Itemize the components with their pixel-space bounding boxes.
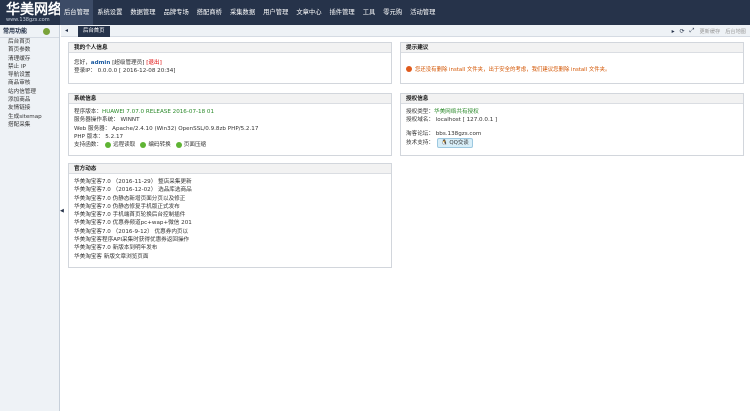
news-item[interactable]: 华美淘宝客7.0 （2016-12-02） 选品库选商品 [74,186,386,194]
tab-tools: ▸ ⟳ ⤢ 更新缓存 后台地图 [672,25,746,37]
check-icon [140,142,147,149]
sidebar-item-links[interactable]: 友情链接 [0,104,59,112]
tips-panel: 提示建议 您还没有删除 install 文件夹，出于安全的考虑，我们建议您删除 … [400,42,744,84]
news-item[interactable]: 华美淘宝客程序API采集时获得优惠券返回操作 [74,236,386,244]
support-functions-label: 支持函数： [74,142,102,149]
sidebar-item-nav[interactable]: 导航设置 [0,71,59,79]
sidebar-item-sitemap[interactable]: 生成sitemap [0,113,59,121]
license-info-panel: 授权信息 授权类型：华美网络共有授权 授权域名： localhost [ 127… [400,93,744,156]
sidebar-list: 后台首页 首页参数 清理缓存 禁止 IP 导航设置 商品审核 站内信管理 添加商… [0,38,59,129]
tab-scroll-right-icon[interactable]: ▸ [672,28,675,35]
personal-info-title: 我的个人信息 [69,43,391,53]
nav-item-data[interactable]: 数据管理 [126,0,159,25]
tech-support-label: 技术支持： [406,139,434,146]
tips-title: 提示建议 [401,43,743,53]
news-item[interactable]: 华美淘宝客7.0 （2016-11-29） 整店采集更新 [74,178,386,186]
circle-icon [43,28,50,35]
clear-cache-button[interactable]: 更新缓存 [699,28,720,35]
func-remote: 远程读取 [104,141,136,149]
nav-item-users[interactable]: 用户管理 [259,0,292,25]
login-ip: 登录IP： 0.0.0.0 [ 2016-12-08 20:34] [74,68,176,75]
admin-map-button[interactable]: 后台地图 [725,28,746,35]
personal-info-panel: 我的个人信息 您好，admin [超级管理员] [退出] 登录IP： 0.0.0… [68,42,392,84]
version-value: HUAWEI 7.07.0 RELEASE 2016-07-18 01 [101,109,215,115]
logo[interactable]: 华美网络 www.138gzs.com [6,3,62,23]
nav-item-activity[interactable]: 活动管理 [406,0,439,25]
web-server: Web 服务器： Apache/2.4.10 (Win32) OpenSSL/0… [74,125,259,132]
news-item[interactable]: 华美淘宝客7.0 优惠券频道pc+wap+微信 201 [74,219,386,227]
news-item[interactable]: 华美淘宝客7.0 （2016-9-12） 优惠券内页以 [74,228,386,236]
func-compress-label: 页面压缩 [183,142,207,149]
func-encoding: 编码转换 [140,141,171,149]
news-panel: 官方动态 华美淘宝客7.0 （2016-11-29） 整店采集更新 华美淘宝客7… [68,163,392,268]
tab-home[interactable]: 后台首页 [78,26,110,37]
system-info-title: 系统信息 [69,94,391,104]
qq-chat-button[interactable]: 🐧 QQ交谈 [436,137,473,148]
check-icon [175,142,182,149]
nav-item-bridge[interactable]: 搭配商桥 [193,0,226,25]
sidebar-header: 常用功能 [0,25,59,38]
nav-item-articles[interactable]: 文章中心 [292,0,325,25]
php-version: PHP 版本： 5.2.17 [74,133,124,140]
nav-item-zero[interactable]: 零元购 [379,0,406,25]
logout-link[interactable]: [退出] [146,60,162,66]
sidebar: 常用功能 后台首页 首页参数 清理缓存 禁止 IP 导航设置 商品审核 站内信管… [0,25,60,411]
install-warning-text: 您还没有删除 install 文件夹，出于安全的考虑，我们建议您删除 insta… [415,67,611,73]
nav-item-plugins[interactable]: 插件管理 [326,0,359,25]
username: admin [90,60,111,66]
check-icon [104,142,111,149]
tab-scroll-left-icon[interactable]: ◂ [65,25,68,37]
nav-item-admin[interactable]: 后台管理 [60,0,94,25]
nav-item-brand[interactable]: 品牌专场 [160,0,193,25]
func-remote-label: 远程读取 [112,142,136,149]
collapse-arrow-icon[interactable]: ◀ [60,208,64,214]
nav-item-collect[interactable]: 采集数据 [226,0,259,25]
forum-link[interactable]: 淘客论坛： bbs.138gzs.com [406,130,738,138]
sidebar-item-cache[interactable]: 清理缓存 [0,55,59,63]
tab-bar: ◂ 后台首页 ▸ ⟳ ⤢ 更新缓存 后台地图 [61,25,750,37]
sidebar-item-add-product[interactable]: 添加商品 [0,96,59,104]
fullscreen-icon[interactable]: ⤢ [690,27,695,35]
system-info-panel: 系统信息 程序版本：HUAWEI 7.07.0 RELEASE 2016-07-… [68,93,392,156]
news-item[interactable]: 华美淘宝客7.0 伪静态新增页面分页以及修正 [74,195,386,203]
sidebar-title: 常用功能 [3,28,28,35]
license-type-label: 授权类型： [406,109,434,115]
qq-chat-label: QQ交谈 [449,139,469,146]
news-item[interactable]: 华美淘宝客 新版文章浏览页面 [74,253,386,261]
sidebar-item-collect[interactable]: 搭配采集 [0,121,59,129]
version-label: 程序版本： [74,109,102,115]
nav-item-tools[interactable]: 工具 [359,0,380,25]
sidebar-item-ban-ip[interactable]: 禁止 IP [0,63,59,71]
greeting-label: 您好， [74,60,91,66]
license-info-title: 授权信息 [401,94,743,104]
brand-title: 华美网络 [6,2,62,18]
user-role: [超级管理员] [112,60,145,66]
refresh-icon[interactable]: ⟳ [680,28,685,35]
license-domain: 授权域名： localhost [ 127.0.0.1 ] [406,117,498,124]
news-item[interactable]: 华美淘宝客7.0 手机端首页轮换后台控制插件 [74,211,386,219]
news-item[interactable]: 华美淘宝客7.0 新版本到明年发布 [74,244,386,252]
top-bar: 华美网络 www.138gzs.com 后台管理 系统设置 数据管理 品牌专场 … [0,0,750,25]
nav-item-settings[interactable]: 系统设置 [93,0,126,25]
func-compress: 页面压缩 [175,141,207,149]
sidebar-item-messages[interactable]: 站内信管理 [0,88,59,96]
qq-icon: 🐧 [440,139,448,146]
func-encoding-label: 编码转换 [148,142,171,149]
sidebar-item-home[interactable]: 后台首页 [0,38,59,46]
license-type-value: 华美网络共有授权 [433,109,479,115]
news-item[interactable]: 华美淘宝客7.0 伪静态修复手机版正式发布 [74,203,386,211]
server-os: 服务器操作系统： WINNT [74,117,140,124]
warning-icon [406,66,412,72]
install-warning: 您还没有删除 install 文件夹，出于安全的考虑，我们建议您删除 insta… [406,65,738,73]
news-title: 官方动态 [69,164,391,174]
sidebar-item-params[interactable]: 首页参数 [0,46,59,54]
main-nav: 后台管理 系统设置 数据管理 品牌专场 搭配商桥 采集数据 用户管理 文章中心 … [60,0,439,25]
sidebar-item-review[interactable]: 商品审核 [0,79,59,87]
